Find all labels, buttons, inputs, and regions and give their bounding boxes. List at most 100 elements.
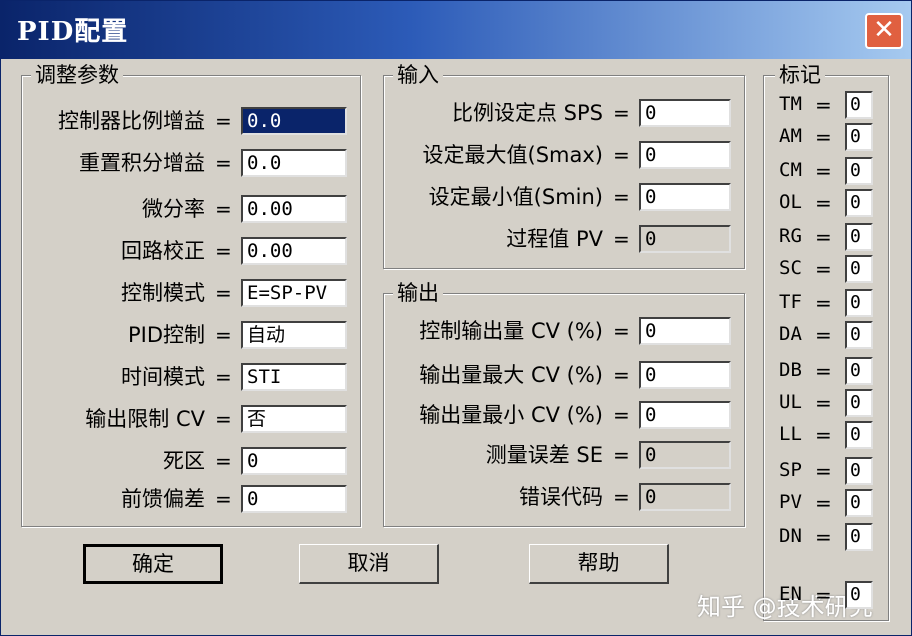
flag-field[interactable]: 0 bbox=[845, 489, 873, 517]
flag-label: SP bbox=[779, 459, 802, 481]
flag-label: RG bbox=[779, 225, 802, 247]
flag-label: LL bbox=[779, 423, 802, 445]
input-field[interactable]: 0 bbox=[639, 141, 731, 169]
equals-sign: = bbox=[613, 319, 630, 343]
output-field[interactable]: 0 bbox=[639, 401, 731, 429]
output-label: 输出量最小 CV (%) bbox=[419, 403, 603, 427]
equals-sign: = bbox=[613, 403, 630, 427]
flag-label: CM bbox=[779, 159, 802, 181]
flag-field[interactable]: 0 bbox=[845, 357, 873, 385]
tuning-label: 控制器比例增益 bbox=[58, 109, 205, 133]
flag-label: SC bbox=[779, 257, 802, 279]
equals-sign: = bbox=[613, 101, 630, 125]
flag-field[interactable]: 0 bbox=[845, 421, 873, 449]
tuning-label: 输出限制 CV bbox=[85, 407, 205, 431]
tuning-label: PID控制 bbox=[127, 323, 205, 347]
flag-field[interactable]: 0 bbox=[845, 581, 873, 609]
equals-sign: = bbox=[815, 125, 832, 149]
output-field: 0 bbox=[639, 441, 731, 469]
ok-button[interactable]: 确定 bbox=[83, 544, 223, 584]
equals-sign: = bbox=[215, 197, 232, 221]
equals-sign: = bbox=[815, 391, 832, 415]
tuning-field[interactable]: 自动 bbox=[241, 321, 347, 349]
flag-label: TM bbox=[779, 93, 802, 115]
flag-field[interactable]: 0 bbox=[845, 523, 873, 551]
output-field[interactable]: 0 bbox=[639, 361, 731, 389]
tuning-field[interactable]: 0.00 bbox=[241, 195, 347, 223]
flag-label: PV bbox=[779, 491, 802, 513]
flag-label: UL bbox=[779, 391, 802, 413]
flag-field[interactable]: 0 bbox=[845, 189, 873, 217]
window-title: PID配置 bbox=[17, 17, 129, 47]
equals-sign: = bbox=[815, 291, 832, 315]
equals-sign: = bbox=[215, 365, 232, 389]
tuning-field[interactable]: 0.0 bbox=[241, 107, 347, 135]
flag-field[interactable]: 0 bbox=[845, 321, 873, 349]
output-label: 控制输出量 CV (%) bbox=[419, 319, 603, 343]
tuning-field[interactable]: 否 bbox=[241, 405, 347, 433]
tuning-field[interactable]: E=SP-PV bbox=[241, 279, 347, 307]
flag-field[interactable]: 0 bbox=[845, 389, 873, 417]
cancel-button[interactable]: 取消 bbox=[299, 544, 439, 584]
flag-field[interactable]: 0 bbox=[845, 223, 873, 251]
tuning-field[interactable]: 0.00 bbox=[241, 237, 347, 265]
equals-sign: = bbox=[215, 109, 232, 133]
equals-sign: = bbox=[215, 151, 232, 175]
flag-label: AM bbox=[779, 125, 802, 147]
equals-sign: = bbox=[215, 239, 232, 263]
equals-sign: = bbox=[815, 257, 832, 281]
equals-sign: = bbox=[613, 443, 630, 467]
input-field[interactable]: 0 bbox=[639, 99, 731, 127]
equals-sign: = bbox=[613, 143, 630, 167]
equals-sign: = bbox=[613, 185, 630, 209]
equals-sign: = bbox=[815, 359, 832, 383]
flags-group-title: 标记 bbox=[775, 63, 825, 87]
tuning-field[interactable]: 0 bbox=[241, 485, 347, 513]
equals-sign: = bbox=[815, 159, 832, 183]
input-label: 比例设定点 SPS bbox=[452, 101, 603, 125]
equals-sign: = bbox=[815, 525, 832, 549]
input-label: 设定最小值(Smin) bbox=[428, 185, 603, 209]
tuning-label: 重置积分增益 bbox=[79, 151, 205, 175]
flag-field[interactable]: 0 bbox=[845, 157, 873, 185]
tuning-field[interactable]: 0 bbox=[241, 447, 347, 475]
output-label: 输出量最大 CV (%) bbox=[419, 363, 603, 387]
flag-field[interactable]: 0 bbox=[845, 289, 873, 317]
input-field: 0 bbox=[639, 225, 731, 253]
flag-label: DN bbox=[779, 525, 802, 547]
flag-field[interactable]: 0 bbox=[845, 123, 873, 151]
flag-field[interactable]: 0 bbox=[845, 255, 873, 283]
tuning-label: 死区 bbox=[163, 449, 205, 473]
output-field[interactable]: 0 bbox=[639, 317, 731, 345]
tuning-field[interactable]: STI bbox=[241, 363, 347, 391]
equals-sign: = bbox=[815, 225, 832, 249]
flag-label: OL bbox=[779, 191, 802, 213]
input-field[interactable]: 0 bbox=[639, 183, 731, 211]
output-field: 0 bbox=[639, 483, 731, 511]
equals-sign: = bbox=[215, 281, 232, 305]
equals-sign: = bbox=[215, 487, 232, 511]
input-group-title: 输入 bbox=[393, 63, 443, 87]
tuning-field[interactable]: 0.0 bbox=[241, 149, 347, 177]
flag-label: EN bbox=[779, 583, 802, 605]
tuning-group-title: 调整参数 bbox=[31, 63, 123, 87]
output-label: 测量误差 SE bbox=[485, 443, 603, 467]
flag-field[interactable]: 0 bbox=[845, 457, 873, 485]
equals-sign: = bbox=[613, 363, 630, 387]
flag-field[interactable]: 0 bbox=[845, 91, 873, 119]
tuning-label: 控制模式 bbox=[121, 281, 205, 305]
input-label: 过程值 PV bbox=[506, 227, 603, 251]
close-icon[interactable]: ✕ bbox=[865, 13, 903, 49]
flag-label: DB bbox=[779, 359, 802, 381]
equals-sign: = bbox=[815, 191, 832, 215]
tuning-label: 微分率 bbox=[142, 197, 205, 221]
equals-sign: = bbox=[815, 491, 832, 515]
equals-sign: = bbox=[815, 459, 832, 483]
help-button[interactable]: 帮助 bbox=[529, 544, 669, 584]
flag-label: TF bbox=[779, 291, 802, 313]
title-bar[interactable]: PID配置 ✕ bbox=[1, 1, 911, 59]
output-label: 错误代码 bbox=[519, 485, 603, 509]
input-label: 设定最大值(Smax) bbox=[422, 143, 603, 167]
equals-sign: = bbox=[215, 323, 232, 347]
equals-sign: = bbox=[815, 323, 832, 347]
